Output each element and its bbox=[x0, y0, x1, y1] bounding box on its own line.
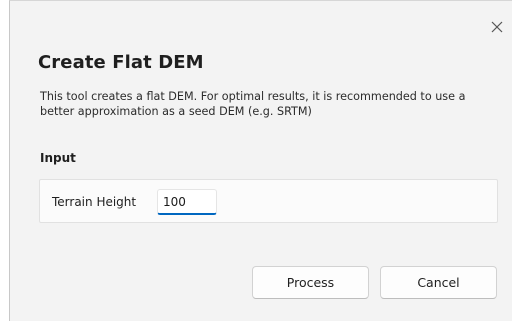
terrain-height-label: Terrain Height bbox=[52, 195, 137, 209]
cancel-button[interactable]: Cancel bbox=[380, 266, 497, 299]
terrain-height-input[interactable] bbox=[157, 189, 217, 215]
dialog-title: Create Flat DEM bbox=[38, 52, 204, 73]
process-button[interactable]: Process bbox=[252, 266, 369, 299]
close-icon bbox=[488, 18, 506, 36]
close-button[interactable] bbox=[488, 18, 506, 36]
page: Create Flat DEM This tool creates a flat… bbox=[0, 0, 512, 321]
input-section-label: Input bbox=[40, 151, 76, 165]
dialog-description: This tool creates a flat DEM. For optima… bbox=[40, 90, 466, 118]
input-panel: Terrain Height bbox=[39, 179, 498, 223]
create-flat-dem-dialog: Create Flat DEM This tool creates a flat… bbox=[9, 0, 512, 321]
